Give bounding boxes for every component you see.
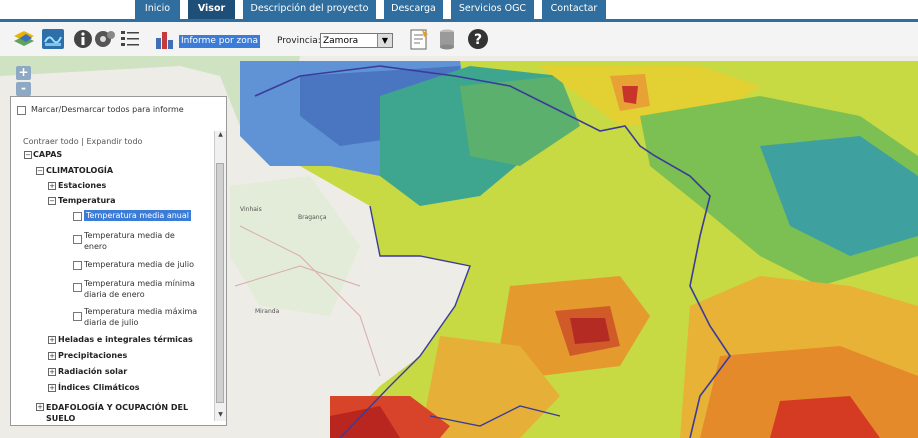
layer-label: enero — [84, 242, 107, 251]
zoom-in-button[interactable]: + — [16, 66, 31, 80]
layer-label: Temperatura media de — [84, 231, 175, 240]
scrollbar-thumb[interactable] — [216, 163, 224, 403]
layer-label: Temperatura media máxima — [84, 307, 198, 316]
tab-descripcion[interactable]: Descripción del proyecto — [243, 0, 376, 19]
tab-visor[interactable]: Visor — [188, 0, 235, 19]
collapse-all-link[interactable]: Contraer todo — [23, 137, 79, 146]
tab-contactar[interactable]: Contactar — [542, 0, 606, 19]
top-navigation: Inicio Visor Descripción del proyecto De… — [0, 0, 918, 19]
layer-panel: Marcar/Desmarcar todos para informe Cont… — [10, 96, 227, 426]
group-indices[interactable]: Índices Climáticos — [58, 383, 140, 392]
layer-item-selected[interactable]: Temperatura media anual — [84, 210, 192, 221]
layer-label: diaria de enero — [84, 290, 145, 299]
report-icon[interactable] — [408, 28, 430, 50]
layers-icon[interactable] — [12, 28, 36, 50]
expand-icon[interactable]: + — [48, 368, 56, 376]
help-icon[interactable]: ? — [467, 28, 489, 50]
list-icon[interactable] — [119, 28, 141, 50]
tab-inicio[interactable]: Inicio — [135, 0, 180, 19]
group-estaciones[interactable]: Estaciones — [58, 181, 106, 190]
expand-icon[interactable]: + — [48, 336, 56, 344]
layer-item[interactable]: Temperatura media mínima diaria de enero — [84, 278, 195, 300]
collapse-icon[interactable]: − — [24, 151, 32, 159]
map-icon[interactable] — [41, 28, 65, 50]
layer-checkbox[interactable] — [73, 261, 82, 270]
toolbar: Informe por zona Provincia: Zamora ▼ ? — [0, 22, 918, 57]
panel-scrollbar[interactable]: ▲ ▼ — [214, 131, 226, 421]
separator: | — [81, 137, 84, 146]
layer-item[interactable]: Temperatura media de enero — [84, 230, 175, 252]
layer-checkbox[interactable] — [73, 212, 82, 221]
place-label: Bragança — [298, 214, 327, 221]
group-radiacion[interactable]: Radiación solar — [58, 367, 127, 376]
group-precipitaciones[interactable]: Precipitaciones — [58, 351, 127, 360]
scroll-up-icon[interactable]: ▲ — [215, 131, 226, 141]
expand-icon[interactable]: + — [48, 352, 56, 360]
place-label: Miranda — [255, 308, 280, 315]
tools-icon[interactable] — [94, 28, 116, 50]
informe-por-zona-link[interactable]: Informe por zona — [179, 35, 260, 48]
group-climatologia[interactable]: CLIMATOLOGÍA — [46, 166, 113, 175]
layer-checkbox[interactable] — [73, 283, 82, 292]
info-icon[interactable] — [73, 28, 93, 50]
tree-root[interactable]: CAPAS — [33, 150, 62, 159]
chevron-down-icon[interactable]: ▼ — [377, 34, 392, 47]
place-label: Vinhais — [240, 206, 262, 213]
provincia-value: Zamora — [323, 36, 359, 46]
expand-all-link[interactable]: Expandir todo — [86, 137, 142, 146]
group-label: SUELO — [46, 414, 76, 423]
scroll-down-icon[interactable]: ▼ — [215, 411, 226, 421]
expand-icon[interactable]: + — [48, 384, 56, 392]
layer-item[interactable]: Temperatura media máxima diaria de julio — [84, 306, 197, 328]
chart-icon[interactable] — [154, 28, 176, 50]
zoom-out-button[interactable]: - — [16, 82, 31, 96]
select-all-checkbox[interactable] — [17, 106, 26, 115]
provincia-select[interactable]: Zamora ▼ — [320, 33, 393, 48]
print-icon[interactable] — [437, 28, 457, 50]
layer-checkbox[interactable] — [73, 235, 82, 244]
group-temperatura[interactable]: Temperatura — [58, 196, 116, 205]
svg-text:?: ? — [474, 32, 482, 48]
collapse-icon[interactable]: − — [36, 167, 44, 175]
group-label: EDAFOLOGÍA Y OCUPACIÓN DEL — [46, 403, 189, 412]
expand-icon[interactable]: + — [48, 182, 56, 190]
layer-label: diaria de julio — [84, 318, 139, 327]
tab-servicios-ogc[interactable]: Servicios OGC — [451, 0, 534, 19]
tree-controls: Contraer todo | Expandir todo — [23, 137, 142, 146]
group-heladas[interactable]: Heladas e integrales térmicas — [58, 335, 193, 344]
group-edafologia[interactable]: EDAFOLOGÍA Y OCUPACIÓN DEL SUELO — [46, 402, 188, 424]
layer-checkbox[interactable] — [73, 312, 82, 321]
provincia-label: Provincia: — [277, 36, 321, 46]
expand-icon[interactable]: + — [36, 403, 44, 411]
select-all-label: Marcar/Desmarcar todos para informe — [31, 105, 184, 114]
layer-item[interactable]: Temperatura media de julio — [84, 259, 194, 270]
tab-descarga[interactable]: Descarga — [384, 0, 443, 19]
collapse-icon[interactable]: − — [48, 197, 56, 205]
layer-label: Temperatura media mínima — [84, 279, 195, 288]
